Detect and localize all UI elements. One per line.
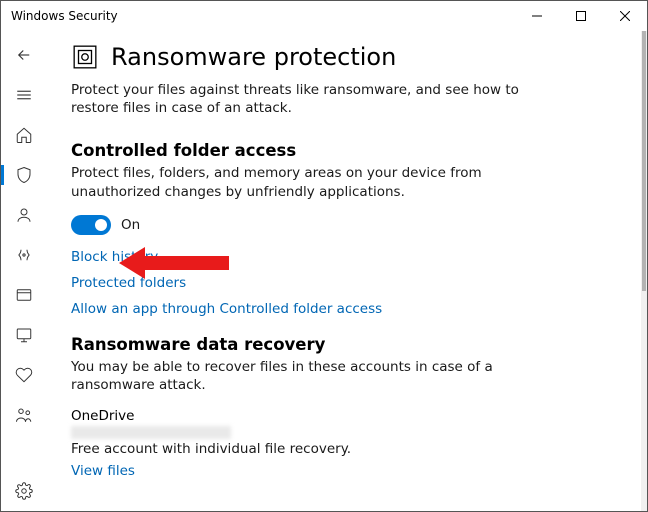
toggle-knob xyxy=(95,219,107,231)
cfa-heading: Controlled folder access xyxy=(71,141,617,160)
sidebar-item-device-security[interactable] xyxy=(1,315,47,355)
recovery-description: You may be able to recover files in thes… xyxy=(71,358,541,394)
data-recovery-section: Ransomware data recovery You may be able… xyxy=(71,335,617,479)
recovery-heading: Ransomware data recovery xyxy=(71,335,617,354)
sidebar-item-home[interactable] xyxy=(1,115,47,155)
sidebar-item-family-options[interactable] xyxy=(1,395,47,435)
link-protected-folders[interactable]: Protected folders xyxy=(71,275,617,291)
sidebar-item-account-protection[interactable] xyxy=(1,195,47,235)
sidebar-item-settings[interactable] xyxy=(1,471,47,511)
minimize-button[interactable] xyxy=(515,1,559,31)
onedrive-account-desc: Free account with individual file recove… xyxy=(71,441,617,457)
page-title: Ransomware protection xyxy=(111,43,396,71)
cfa-description: Protect files, folders, and memory areas… xyxy=(71,164,541,200)
app-body: Ransomware protection Protect your files… xyxy=(1,31,647,511)
scrollbar-track[interactable] xyxy=(641,31,647,511)
content-area: Ransomware protection Protect your files… xyxy=(47,31,647,511)
onedrive-account-name: OneDrive xyxy=(71,408,617,424)
cfa-toggle-label: On xyxy=(121,217,140,233)
menu-button[interactable] xyxy=(1,75,47,115)
close-button[interactable] xyxy=(603,1,647,31)
sidebar-item-virus-protection[interactable] xyxy=(1,155,47,195)
link-block-history[interactable]: Block history xyxy=(71,249,617,265)
sidebar-item-firewall[interactable] xyxy=(1,235,47,275)
page-header: Ransomware protection xyxy=(71,43,617,71)
link-view-files[interactable]: View files xyxy=(71,463,617,479)
onedrive-account-email-redacted xyxy=(71,426,231,439)
scrollbar-thumb[interactable] xyxy=(642,31,646,291)
sidebar xyxy=(1,31,47,511)
sidebar-item-app-browser[interactable] xyxy=(1,275,47,315)
app-window: Windows Security xyxy=(0,0,648,512)
sidebar-item-device-performance[interactable] xyxy=(1,355,47,395)
titlebar: Windows Security xyxy=(1,1,647,31)
window-controls xyxy=(515,1,647,31)
cfa-toggle-row: On xyxy=(71,215,617,235)
back-button[interactable] xyxy=(1,35,47,75)
maximize-button[interactable] xyxy=(559,1,603,31)
page-description: Protect your files against threats like … xyxy=(71,81,541,117)
link-allow-app[interactable]: Allow an app through Controlled folder a… xyxy=(71,301,617,317)
ransomware-icon xyxy=(71,43,99,71)
content-scroll[interactable]: Ransomware protection Protect your files… xyxy=(47,31,641,511)
cfa-toggle[interactable] xyxy=(71,215,111,235)
window-title: Windows Security xyxy=(11,9,118,23)
